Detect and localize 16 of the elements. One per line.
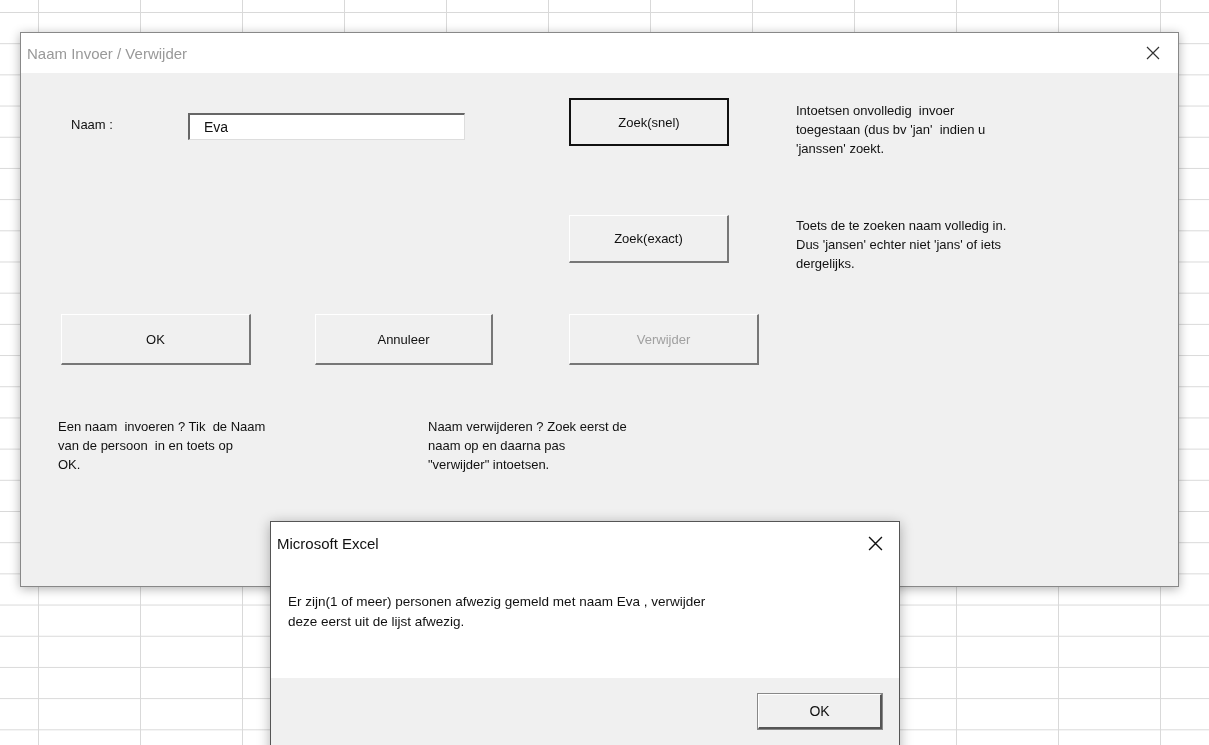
close-icon[interactable] [868,535,883,551]
name-label: Naam : [71,117,113,132]
window-title: Naam Invoer / Verwijder [27,44,188,62]
help-text: Naam verwijderen ? Zoek eerst de naam op en daarna pas "verwijder" intoetsen. [428,418,627,474]
help-text: Toets de te zoeken naam volledig in. Dus 'jansen' echter niet 'jans' of iets dergelijks. [796,217,1007,273]
message-text: Er zijn(1 of meer) personen afwezig gemeld met naam Eva , verwijder deze eerst uit de lijst afwezig. [288,593,707,631]
message-box-title: Microsoft Excel [277,534,379,552]
ok-button[interactable]: OK [758,694,882,729]
name-field[interactable]: Eva [188,113,465,140]
button[interactable]: OK [61,314,251,365]
button[interactable]: Zoek(exact) [569,215,729,263]
button[interactable]: Zoek(snel) [569,98,729,146]
help-text: Intoetsen onvolledig invoer toegestaan (dus bv 'jan' indien u 'janssen' zoekt. [796,102,986,158]
close-icon[interactable] [1146,46,1160,60]
button[interactable]: Annuleer [315,314,493,365]
help-text: Een naam invoeren ? Tik de Naam van de persoon in en toets op OK. [58,418,266,474]
